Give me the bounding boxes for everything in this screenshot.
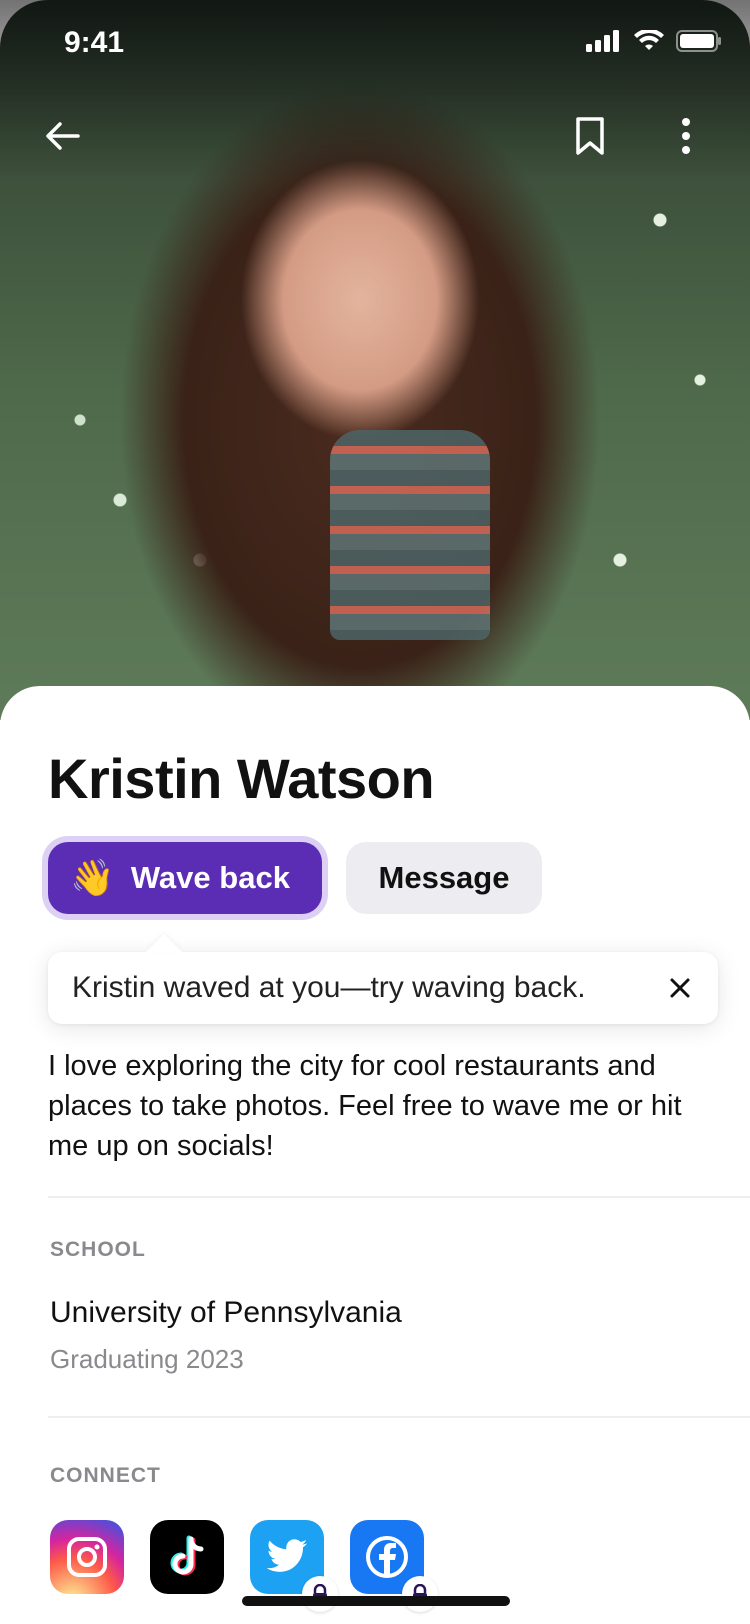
connect-section-label: CONNECT — [50, 1464, 161, 1487]
battery-icon — [676, 30, 721, 52]
instagram-link[interactable] — [50, 1520, 124, 1594]
wave-tooltip: Kristin waved at you—try waving back. — [48, 952, 718, 1024]
more-options-button[interactable] — [656, 106, 716, 166]
back-button[interactable] — [32, 106, 92, 166]
wave-back-label: Wave back — [130, 860, 290, 895]
twitter-icon — [266, 1539, 308, 1572]
profile-screen: 9:41 Kristin Watson 👋 Wave back Message … — [0, 0, 750, 1624]
status-time: 9:41 — [64, 26, 125, 59]
social-links — [50, 1520, 438, 1612]
wifi-icon — [634, 30, 664, 50]
bookmark-button[interactable] — [560, 106, 620, 166]
status-bar: 9:41 — [0, 0, 750, 90]
tiktok-link[interactable] — [150, 1520, 224, 1594]
home-indicator — [242, 1596, 510, 1606]
tooltip-close-button[interactable] — [660, 968, 700, 1008]
waving-hand-icon: 👋 — [70, 857, 115, 898]
profile-photo — [0, 0, 750, 720]
locked-badge — [302, 1576, 338, 1612]
facebook-icon — [366, 1536, 408, 1578]
tiktok-icon — [170, 1535, 204, 1576]
profile-card: Kristin Watson 👋 Wave back Message Krist… — [0, 686, 750, 1624]
status-icons — [586, 30, 722, 52]
locked-badge — [402, 1576, 438, 1612]
arrow-left-icon — [46, 122, 80, 150]
tooltip-text: Kristin waved at you—try waving back. — [72, 971, 586, 1004]
facebook-link[interactable] — [350, 1520, 438, 1612]
photo-detail — [330, 430, 490, 640]
graduation-year: Graduating 2023 — [50, 1344, 244, 1374]
wave-back-button[interactable]: 👋 Wave back — [48, 842, 322, 914]
bookmark-icon — [576, 117, 604, 155]
profile-name: Kristin Watson — [48, 747, 435, 810]
divider — [48, 1416, 750, 1418]
more-vertical-icon — [682, 118, 690, 154]
divider — [48, 1196, 750, 1198]
message-button[interactable]: Message — [346, 842, 542, 914]
school-name: University of Pennsylvania — [50, 1296, 402, 1329]
profile-bio: I love exploring the city for cool resta… — [48, 1050, 682, 1162]
instagram-icon — [67, 1537, 107, 1577]
twitter-link[interactable] — [250, 1520, 338, 1612]
close-icon — [670, 978, 690, 998]
signal-icon — [586, 30, 619, 52]
message-label: Message — [378, 860, 510, 895]
school-section-label: SCHOOL — [50, 1238, 146, 1261]
